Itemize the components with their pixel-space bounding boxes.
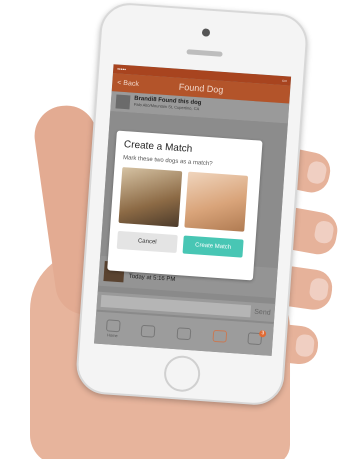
battery-icon: ▭ — [281, 77, 288, 84]
create-match-dialog: Create a Match Mark these two dogs as a … — [107, 130, 263, 281]
avatar[interactable] — [115, 94, 131, 110]
notification-badge: 3 — [259, 329, 267, 337]
send-button[interactable]: Send — [254, 308, 271, 316]
tab-matches[interactable] — [208, 329, 231, 344]
screen: ••••• ▭ < Back Found Dog Brandi8 Found t… — [94, 64, 292, 356]
home-button[interactable] — [162, 354, 202, 393]
tab-home[interactable]: Home — [101, 319, 124, 338]
dog-photo-lost — [118, 167, 183, 228]
carrier-signal: ••••• — [117, 65, 127, 73]
tab-lost[interactable] — [137, 324, 160, 339]
lost-icon — [141, 324, 156, 338]
tab-profile[interactable]: 3 — [244, 329, 267, 346]
tab-found[interactable] — [172, 326, 195, 342]
create-match-button[interactable]: Create Match — [182, 235, 244, 258]
dog-photo-found — [184, 171, 249, 232]
camera-icon — [201, 28, 211, 37]
matches-icon — [212, 329, 227, 343]
phone: ••••• ▭ < Back Found Dog Brandi8 Found t… — [74, 1, 310, 407]
tab-label: Home — [106, 332, 118, 339]
cancel-button[interactable]: Cancel — [116, 230, 178, 254]
speaker — [186, 49, 223, 57]
found-icon — [176, 326, 192, 340]
home-icon — [105, 319, 121, 333]
